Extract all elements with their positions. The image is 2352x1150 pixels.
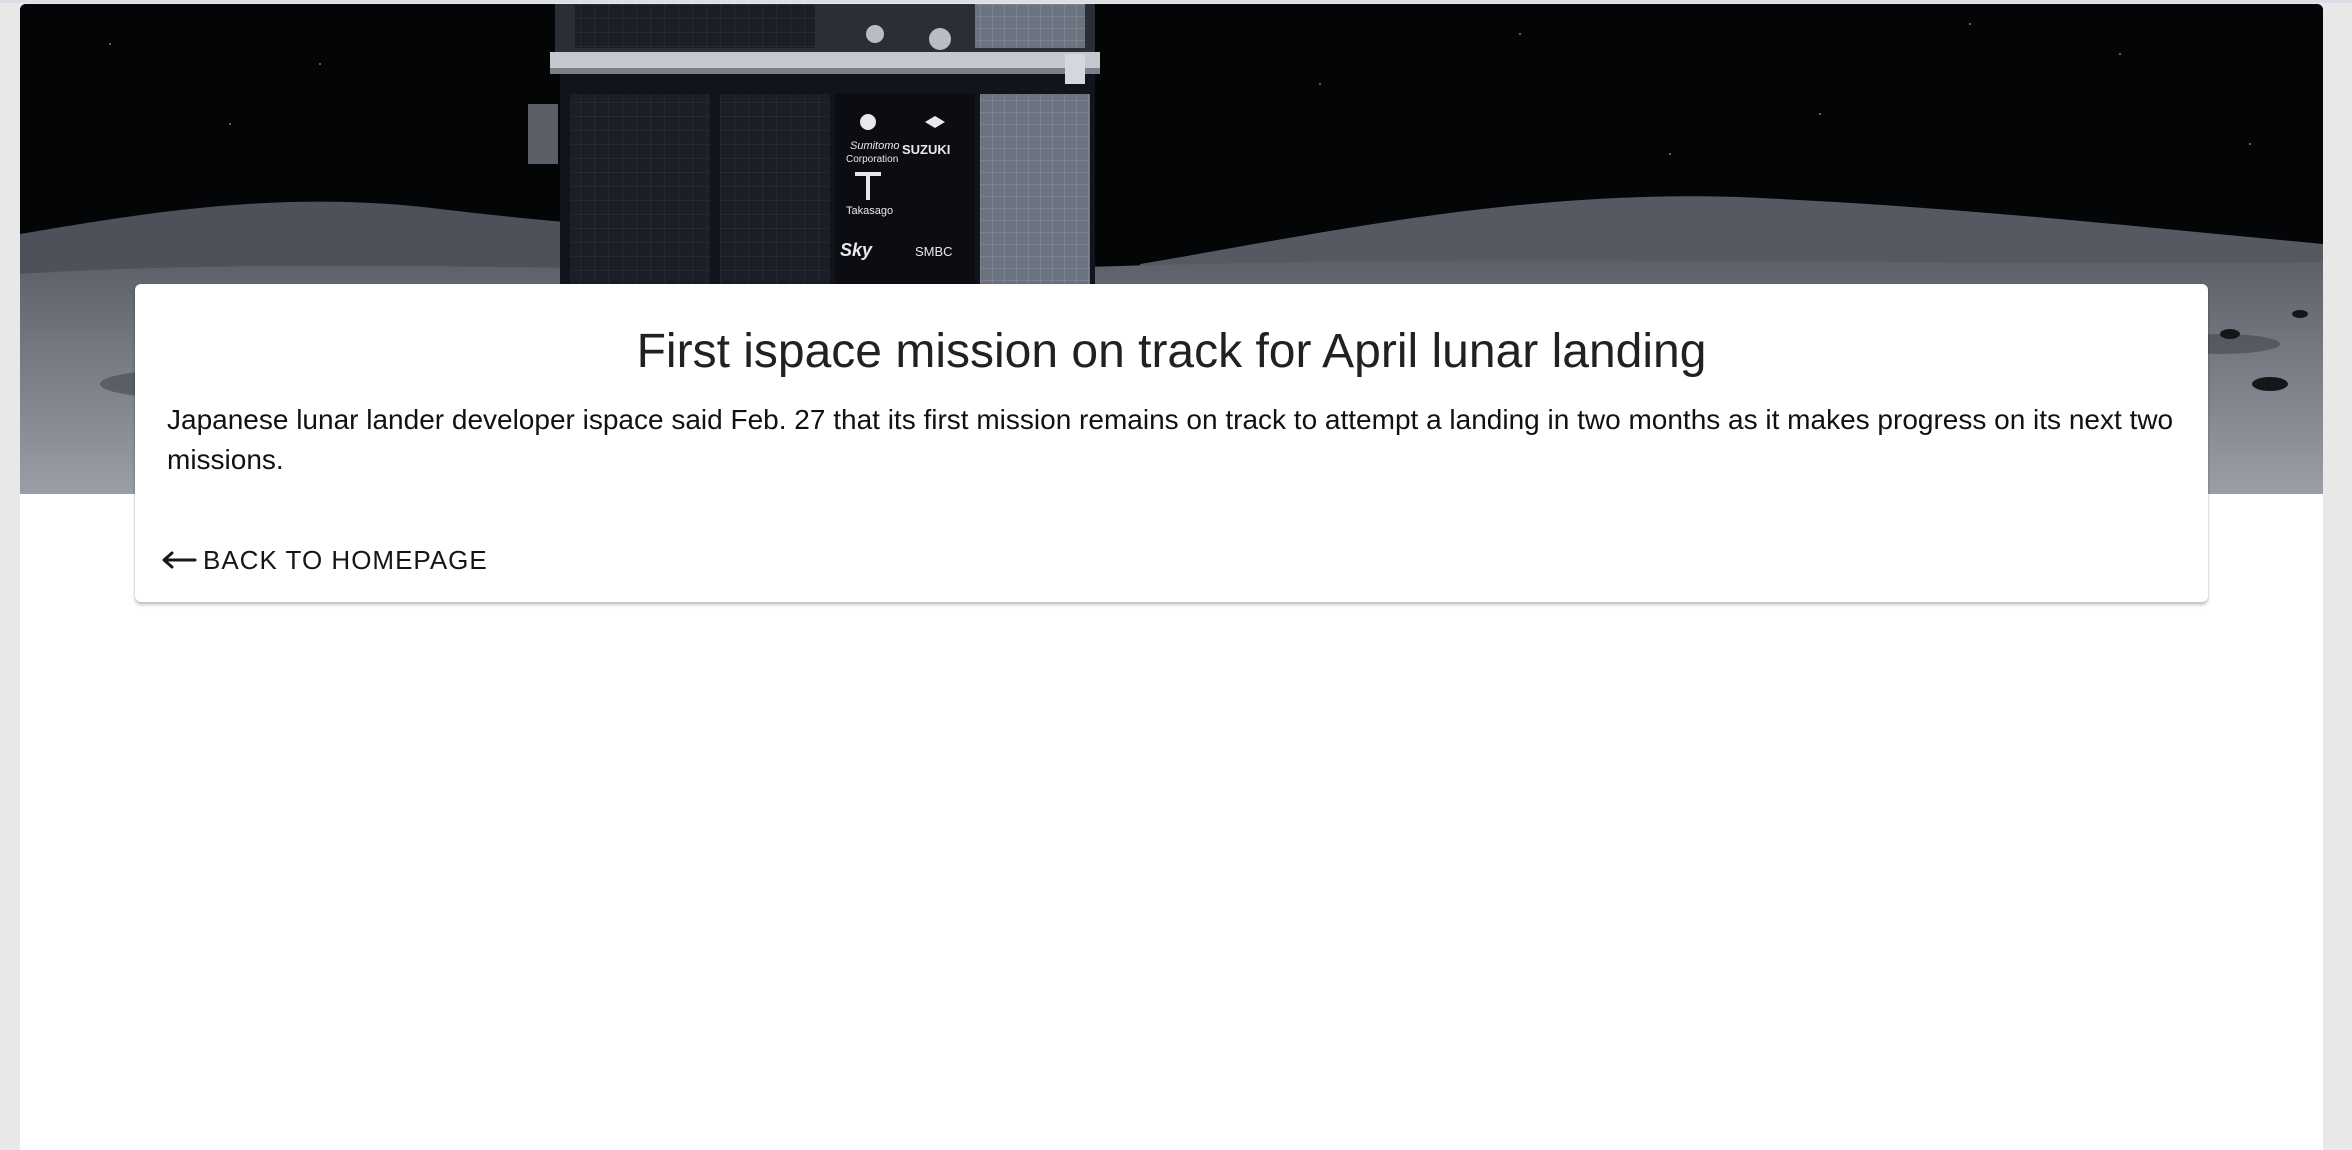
article-page: Sumitomo Corporation SUZUKI Takasago Sky… <box>20 4 2323 1150</box>
svg-text:SUZUKI: SUZUKI <box>902 142 950 157</box>
article-title: First ispace mission on track for April … <box>636 325 1707 378</box>
svg-text:SMBC: SMBC <box>915 244 953 259</box>
svg-text:Sumitomo: Sumitomo <box>850 140 900 152</box>
svg-text:Sky: Sky <box>840 240 873 260</box>
svg-text:Corporation: Corporation <box>846 154 898 165</box>
article-card: First ispace mission on track for April … <box>135 284 2208 602</box>
arrow-left-icon <box>162 551 197 569</box>
back-to-homepage-label: BACK TO HOMEPAGE <box>203 544 488 575</box>
article-summary: Japanese lunar lander developer ispace s… <box>167 404 2174 475</box>
svg-text:Takasago: Takasago <box>846 205 893 217</box>
back-to-homepage-button[interactable]: BACK TO HOMEPAGE <box>161 536 488 584</box>
window-top-border <box>0 0 2352 3</box>
